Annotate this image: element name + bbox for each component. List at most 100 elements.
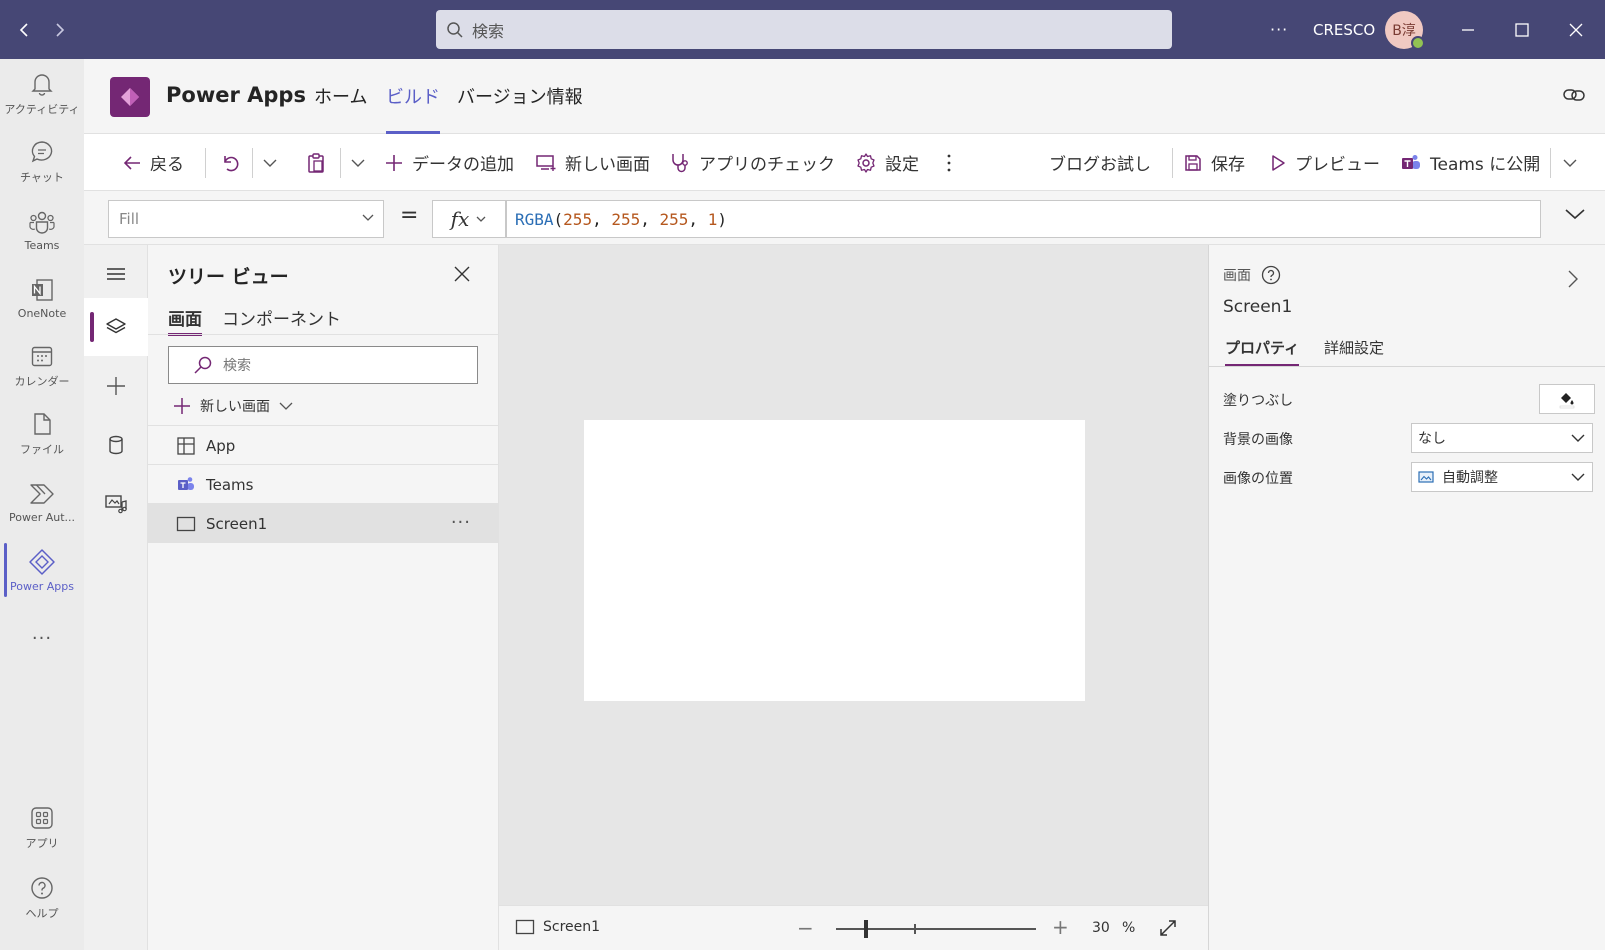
- avatar[interactable]: B淳: [1385, 11, 1425, 50]
- search-placeholder: 検索: [472, 21, 505, 41]
- screen-icon: [515, 919, 535, 935]
- divider: [1209, 366, 1605, 367]
- rail-item-label: ファイル: [20, 443, 64, 456]
- tree-search-input[interactable]: 検索: [168, 346, 478, 384]
- app-icon: [176, 436, 196, 456]
- background-image-dropdown[interactable]: なし: [1411, 423, 1593, 453]
- tab-advanced[interactable]: 詳細設定: [1324, 337, 1384, 364]
- tab-screens[interactable]: 画面: [168, 305, 202, 336]
- teams-icon: [28, 209, 56, 235]
- rail-item-label: Teams: [24, 238, 60, 252]
- expand-icon: [1158, 918, 1178, 938]
- selected-control-type: 画面: [1223, 265, 1281, 285]
- rail-item-chat[interactable]: チャット: [0, 129, 84, 195]
- app-header: Power Apps ホーム ビルド バージョン情報: [84, 59, 1605, 134]
- rail-item-calendar[interactable]: カレンダー: [0, 333, 84, 399]
- tab-build[interactable]: ビルド: [386, 83, 440, 134]
- help-icon[interactable]: [1261, 265, 1281, 285]
- new-screen-button[interactable]: 新しい画面: [172, 393, 294, 419]
- current-screen-indicator[interactable]: Screen1: [515, 919, 600, 935]
- minimize-icon[interactable]: [1456, 18, 1480, 42]
- zoom-slider[interactable]: [836, 920, 1036, 938]
- tree-view-button[interactable]: [84, 298, 148, 356]
- search-input[interactable]: 検索: [436, 10, 1172, 49]
- zoom-unit: %: [1122, 920, 1136, 936]
- back-button[interactable]: 戻る: [122, 134, 184, 191]
- save-button[interactable]: 保存: [1183, 134, 1245, 191]
- new-screen-button[interactable]: 新しい画面: [535, 134, 650, 191]
- rail-item-onenote[interactable]: OneNote: [0, 265, 84, 331]
- rail-item-files[interactable]: ファイル: [0, 401, 84, 467]
- chevron-down-icon: [475, 215, 487, 223]
- function-button[interactable]: fx: [432, 200, 506, 238]
- rail-item-power-apps[interactable]: Power Apps: [0, 537, 84, 603]
- paint-bucket-icon: [1557, 389, 1577, 409]
- collapse-pane-button[interactable]: [1567, 269, 1579, 289]
- rail-item-label: アクティビティ: [4, 103, 80, 116]
- back-nav-icon[interactable]: [12, 18, 36, 42]
- menu-button[interactable]: [84, 245, 148, 303]
- tab-home[interactable]: ホーム: [314, 83, 367, 134]
- bell-icon: [29, 71, 55, 97]
- settings-button[interactable]: 設定: [855, 134, 919, 191]
- link-icon[interactable]: [1562, 85, 1586, 105]
- fit-to-window-button[interactable]: [1158, 918, 1178, 938]
- maximize-icon[interactable]: [1510, 18, 1534, 42]
- data-button[interactable]: [84, 416, 148, 474]
- rail-item-label: ヘルプ: [25, 907, 59, 920]
- publish-to-teams-button[interactable]: Teams に公開: [1400, 134, 1540, 191]
- paste-dropdown-button[interactable]: [350, 134, 374, 191]
- media-button[interactable]: [84, 475, 148, 533]
- tab-components[interactable]: コンポーネント: [222, 305, 341, 333]
- undo-button[interactable]: [220, 134, 248, 191]
- rail-item-teams[interactable]: Teams: [0, 197, 84, 263]
- blog-button[interactable]: ブログお試し: [1049, 134, 1151, 191]
- forward-nav-icon[interactable]: [48, 18, 72, 42]
- rail-more-button[interactable]: ···: [0, 605, 84, 671]
- rail-item-activity[interactable]: アクティビティ: [0, 61, 84, 127]
- fill-color-picker[interactable]: [1539, 384, 1595, 414]
- publish-dropdown-button[interactable]: [1562, 134, 1586, 191]
- search-icon: [193, 355, 213, 375]
- tree-item-screen1[interactable]: Screen1 ···: [148, 503, 499, 543]
- new-screen-label: 新しい画面: [200, 399, 270, 415]
- formula-input[interactable]: RGBA(255, 255, 255, 1): [506, 200, 1541, 238]
- property-dropdown[interactable]: Fill: [108, 200, 384, 238]
- tree-item-teams[interactable]: Teams: [148, 464, 499, 504]
- new-screen-icon: [535, 154, 565, 172]
- rail-item-help[interactable]: ヘルプ: [0, 865, 84, 931]
- power-apps-logo-icon: [110, 77, 150, 117]
- zoom-out-button[interactable]: −: [797, 916, 814, 940]
- tab-properties[interactable]: プロパティ: [1225, 337, 1300, 367]
- image-position-dropdown[interactable]: 自動調整: [1411, 462, 1593, 492]
- rail-item-apps[interactable]: アプリ: [0, 795, 84, 861]
- chevron-down-icon: [350, 158, 374, 168]
- screen-icon: [176, 516, 196, 532]
- tree-item-app[interactable]: App: [148, 425, 499, 465]
- zoom-in-button[interactable]: +: [1052, 915, 1069, 939]
- background-image-label: 背景の画像: [1223, 432, 1293, 448]
- close-icon[interactable]: [453, 265, 471, 283]
- screen-canvas[interactable]: [584, 420, 1085, 701]
- rail-item-power-automate[interactable]: Power Aut...: [0, 469, 84, 535]
- add-data-button[interactable]: データの追加: [384, 134, 514, 191]
- undo-dropdown-button[interactable]: [262, 134, 286, 191]
- save-icon: [1183, 153, 1211, 173]
- expand-formula-button[interactable]: [1564, 207, 1586, 221]
- zoom-slider-thumb[interactable]: [864, 920, 868, 938]
- insert-button[interactable]: [84, 357, 148, 415]
- tree-item-label: Teams: [206, 475, 254, 494]
- power-apps-icon: [28, 548, 56, 576]
- more-commands-button[interactable]: [946, 134, 960, 191]
- paste-button[interactable]: [306, 134, 334, 191]
- app-checker-button[interactable]: アプリのチェック: [669, 134, 835, 191]
- close-window-icon[interactable]: [1564, 18, 1588, 42]
- more-options-button[interactable]: ···: [451, 512, 471, 533]
- preview-button[interactable]: プレビュー: [1269, 134, 1380, 191]
- more-options-button[interactable]: ···: [1270, 0, 1288, 59]
- settings-label: 設定: [885, 155, 919, 175]
- tree-view-panel: ツリー ビュー 画面 コンポーネント 検索 新しい画面 App Teams Sc…: [148, 245, 499, 950]
- chevron-right-icon: [1567, 269, 1579, 289]
- tab-about[interactable]: バージョン情報: [457, 83, 583, 134]
- chevron-down-icon: [262, 158, 286, 168]
